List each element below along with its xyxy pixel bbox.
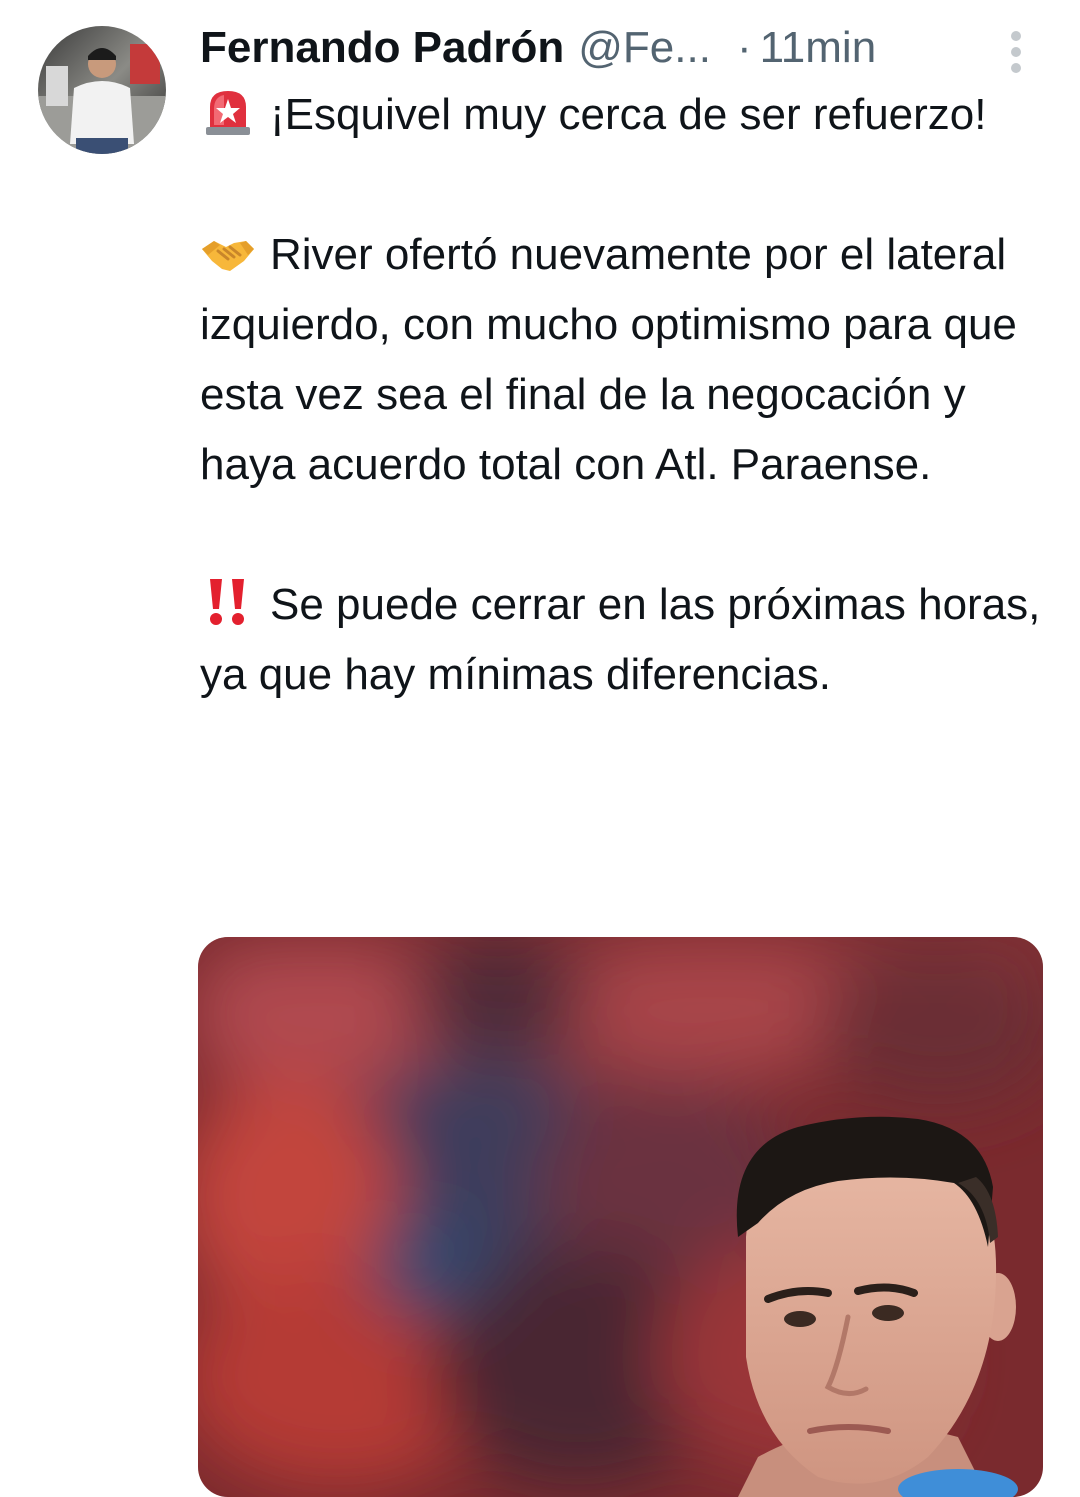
tweet-paragraph: ¡Esquivel muy cerca de ser refuerzo! <box>200 80 1050 150</box>
paragraph-3-text: Se puede cerrar en las próximas horas, y… <box>200 580 1041 699</box>
author-display-name[interactable]: Fernando Padrón <box>200 23 564 73</box>
profile-photo-icon <box>38 26 166 154</box>
tweet-media-photo[interactable] <box>198 937 1043 1497</box>
tweet-paragraph: River ofertó nuevamente por el lateral i… <box>200 220 1050 500</box>
author-avatar[interactable] <box>38 26 166 154</box>
more-options-button[interactable] <box>1000 28 1032 76</box>
more-vertical-icon <box>1011 31 1021 73</box>
author-handle[interactable]: @Fe... <box>578 23 711 73</box>
player-photo-icon <box>198 937 1043 1497</box>
tweet-paragraph: Se puede cerrar en las próximas horas, y… <box>200 570 1050 710</box>
tweet-timestamp[interactable]: 11min <box>760 23 877 73</box>
separator-dot: · <box>736 23 752 72</box>
handshake-icon <box>200 227 256 277</box>
paragraph-2-text: River ofertó nuevamente por el lateral i… <box>200 230 1017 489</box>
tweet-text: ¡Esquivel muy cerca de ser refuerzo! Riv… <box>200 80 1050 710</box>
paragraph-1-text: ¡Esquivel muy cerca de ser refuerzo! <box>270 90 987 139</box>
double-exclamation-icon <box>200 577 256 627</box>
tweet-header: Fernando Padrón @Fe... · 11min <box>200 18 1050 78</box>
tweet[interactable]: Fernando Padrón @Fe... · 11min ¡Esquivel… <box>0 0 1080 1497</box>
rotating-light-icon <box>200 87 256 137</box>
